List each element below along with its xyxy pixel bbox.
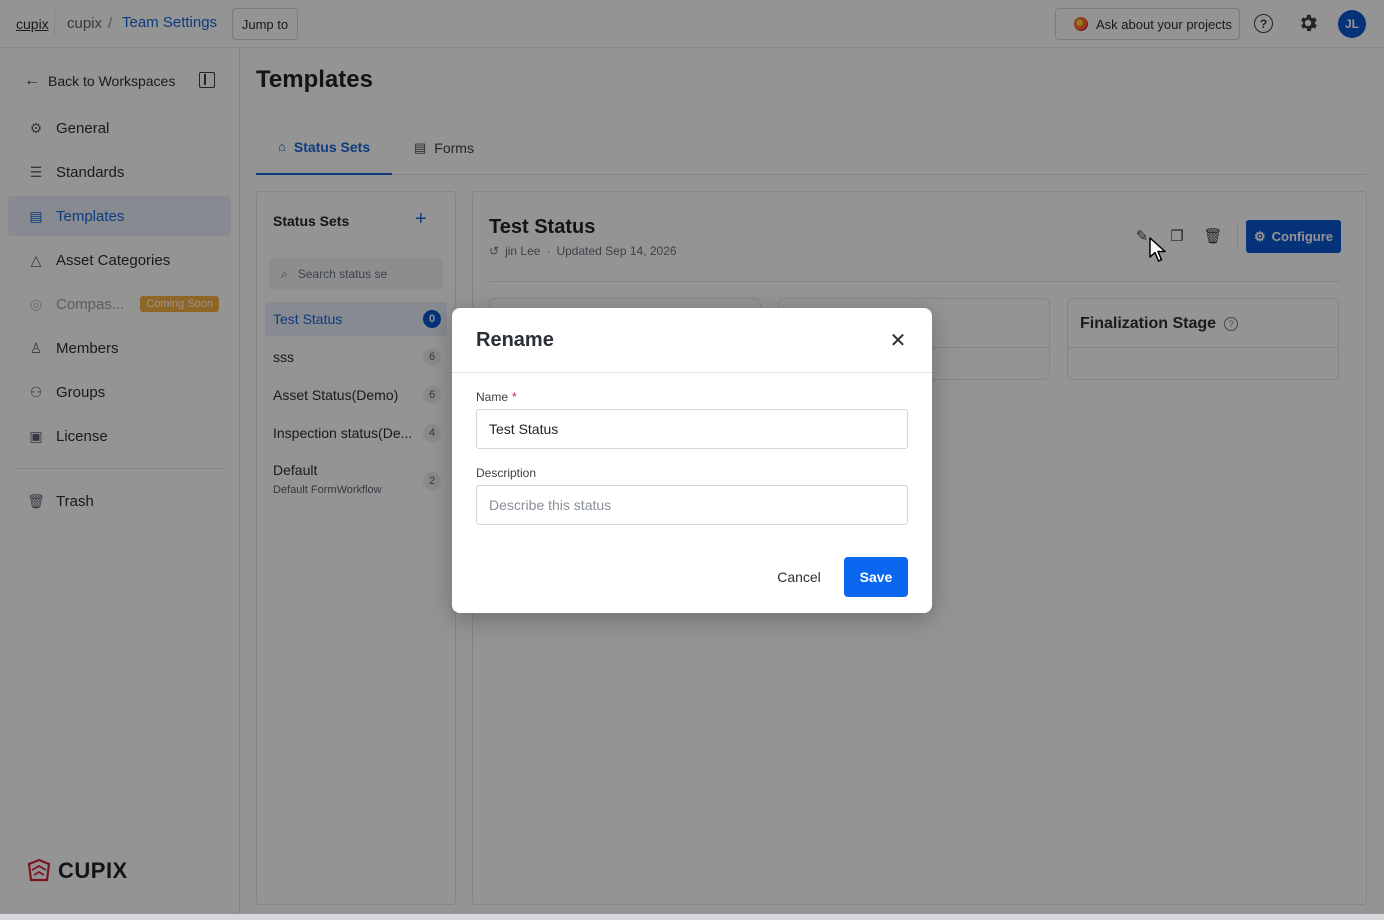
cancel-button[interactable]: Cancel: [764, 557, 834, 597]
name-field[interactable]: [476, 409, 908, 449]
rename-dialog: Rename ✕ Name* Description Cancel Save: [452, 308, 932, 613]
close-icon[interactable]: ✕: [888, 330, 908, 352]
required-mark: *: [512, 390, 517, 404]
mouse-cursor-icon: [1149, 237, 1166, 262]
dialog-title: Rename: [476, 329, 554, 351]
dialog-divider: [452, 372, 932, 373]
description-label: Description: [476, 466, 537, 480]
name-label: Name *: [476, 390, 517, 404]
name-label-text: Name: [476, 390, 509, 404]
save-button[interactable]: Save: [844, 557, 908, 597]
window-bottom-strip: [0, 914, 1384, 920]
description-field[interactable]: [476, 485, 908, 525]
